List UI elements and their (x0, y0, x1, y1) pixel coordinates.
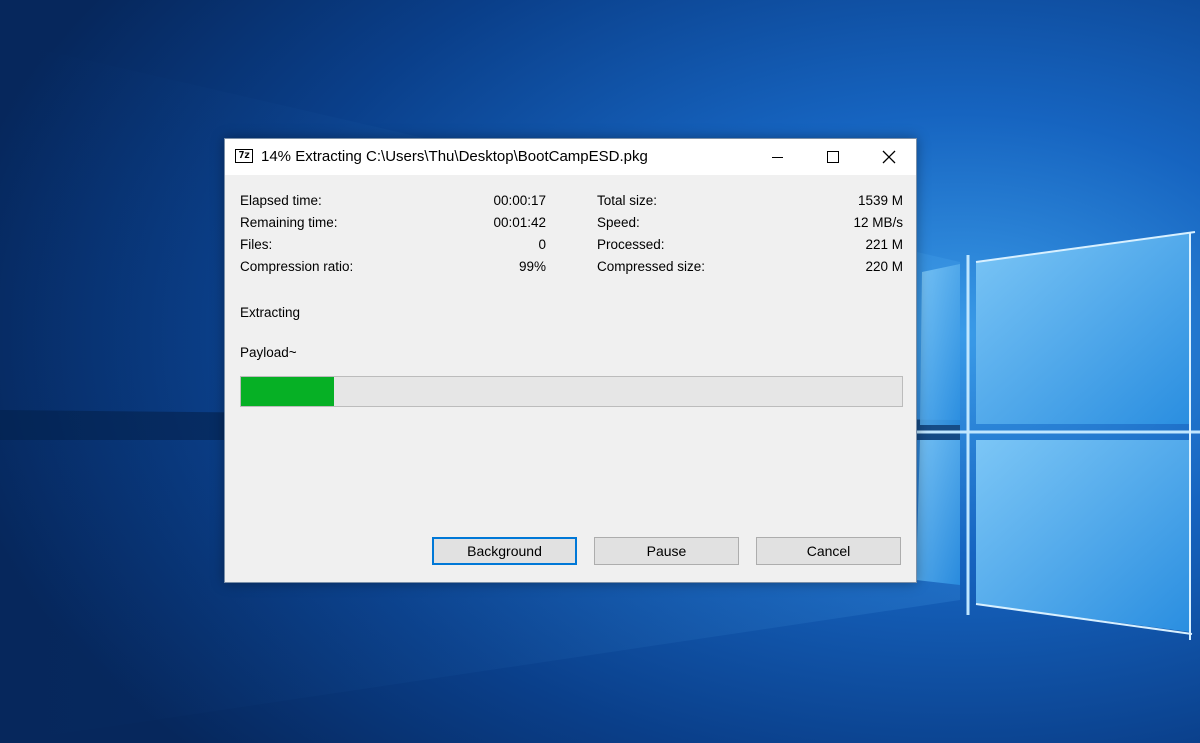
total-size-value: 1539 M (857, 193, 903, 208)
total-size-label: Total size: (597, 193, 658, 208)
stats-panel: Elapsed time: 00:00:17 Remaining time: 0… (225, 139, 916, 582)
progress-bar (240, 376, 903, 407)
close-icon (882, 150, 896, 164)
progress-bar-fill (241, 377, 334, 406)
cancel-button[interactable]: Cancel (756, 537, 901, 565)
window-title: 14% Extracting C:\Users\Thu\Desktop\Boot… (261, 148, 648, 165)
elapsed-time-value: 00:00:17 (493, 193, 546, 208)
compressed-size-label: Compressed size: (597, 259, 706, 274)
maximize-button[interactable] (805, 139, 861, 175)
compression-ratio-label: Compression ratio: (240, 259, 354, 274)
close-button[interactable] (861, 139, 917, 175)
pause-button[interactable]: Pause (594, 537, 739, 565)
remaining-time-value: 00:01:42 (493, 215, 546, 230)
minimize-button[interactable] (749, 139, 805, 175)
background-button[interactable]: Background (432, 537, 577, 565)
title-bar[interactable]: 7z 14% Extracting C:\Users\Thu\Desktop\B… (225, 139, 916, 175)
maximize-icon (827, 151, 839, 163)
remaining-time-label: Remaining time: (240, 215, 338, 230)
minimize-icon (771, 156, 783, 158)
processed-value: 221 M (865, 237, 903, 252)
files-value: 0 (538, 237, 546, 252)
elapsed-time-label: Elapsed time: (240, 193, 322, 208)
current-file-name: Payload~ (240, 345, 297, 360)
files-label: Files: (240, 237, 273, 252)
operation-status: Extracting (240, 305, 301, 320)
extraction-dialog: 7z 14% Extracting C:\Users\Thu\Desktop\B… (224, 138, 917, 583)
speed-label: Speed: (597, 215, 640, 230)
processed-label: Processed: (597, 237, 665, 252)
compression-ratio-value: 99% (518, 259, 546, 274)
speed-value: 12 MB/s (853, 215, 903, 230)
app-logo-icon: 7z (235, 149, 253, 163)
compressed-size-value: 220 M (865, 259, 903, 274)
